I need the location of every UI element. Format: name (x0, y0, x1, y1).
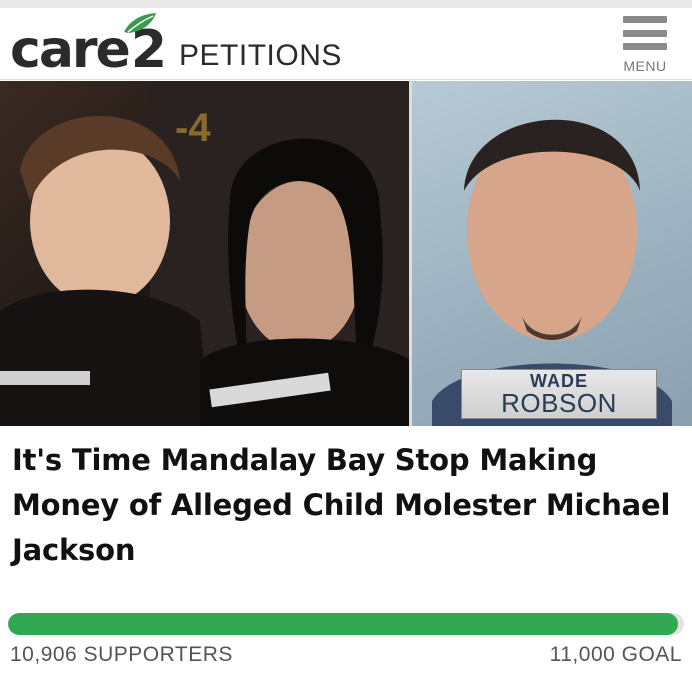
supporters-count: 10,906 SUPPORTERS (10, 643, 233, 666)
menu-button[interactable]: MENU (620, 14, 670, 76)
caption-last-name: ROBSON (501, 388, 617, 418)
logo-text: care (10, 20, 131, 80)
top-strip (0, 0, 692, 8)
menu-label: MENU (623, 58, 667, 74)
petition-stats: 10,906 SUPPORTERS 11,000 GOAL (10, 643, 682, 667)
hamburger-icon (623, 14, 667, 52)
petition-title[interactable]: It's Time Mandalay Bay Stop Making Money… (12, 438, 682, 573)
care2-logo[interactable]: care 2 PETITIONS (10, 13, 342, 80)
name-caption: WADE ROBSON (461, 369, 657, 419)
goal-count: 11,000 GOAL (549, 643, 682, 666)
photo-left-illustration: -4 (0, 81, 411, 426)
petition-hero-image[interactable]: -4 WADE ROBSON (0, 81, 692, 426)
progress-bar (8, 613, 684, 635)
progress-bar-fill (8, 613, 679, 635)
svg-text:-4: -4 (175, 106, 211, 150)
leaf-icon (124, 13, 156, 33)
logo-subtitle: PETITIONS (179, 39, 342, 72)
hero-photo-left: -4 (0, 81, 411, 426)
site-header: care 2 PETITIONS MENU (0, 8, 692, 80)
